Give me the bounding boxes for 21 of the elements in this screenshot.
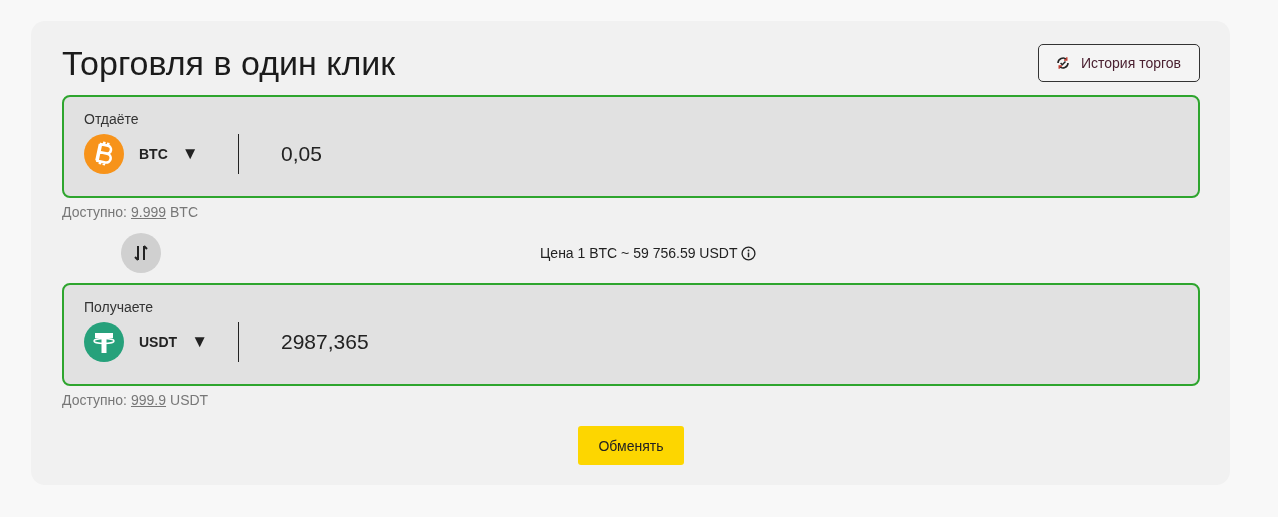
tether-icon [84, 322, 124, 362]
currency-select[interactable]: USDT ▼ [84, 322, 238, 362]
info-icon[interactable] [741, 245, 757, 261]
balance-label: Доступно: [62, 204, 127, 222]
currency-select[interactable]: BTC ▼ [84, 134, 238, 174]
amount-field[interactable]: 2987,365 [279, 329, 683, 355]
panel-label: Отдаёте [84, 111, 140, 127]
refresh-check-icon [1054, 55, 1071, 71]
amount-field[interactable]: 0,05 [279, 141, 683, 167]
swap-button[interactable] [121, 233, 161, 273]
balance-currency: BTC [170, 204, 199, 222]
balance-currency: USDT [170, 392, 209, 410]
balance-amount-link[interactable]: 9.999 [131, 204, 167, 222]
page-title: Торговля в один клик [62, 43, 396, 83]
balance-amount-link[interactable]: 999.9 [131, 392, 167, 410]
panel-label: Получаете [84, 299, 155, 315]
bitcoin-icon [84, 134, 124, 174]
trade-history-button[interactable]: История торгов [1037, 44, 1200, 82]
balance-label: Доступно: [62, 392, 127, 410]
exchange-rate: Цена 1 BTC ~ 59 756.59 USDT [540, 245, 738, 261]
exchange-button[interactable]: Обменять [578, 426, 684, 465]
